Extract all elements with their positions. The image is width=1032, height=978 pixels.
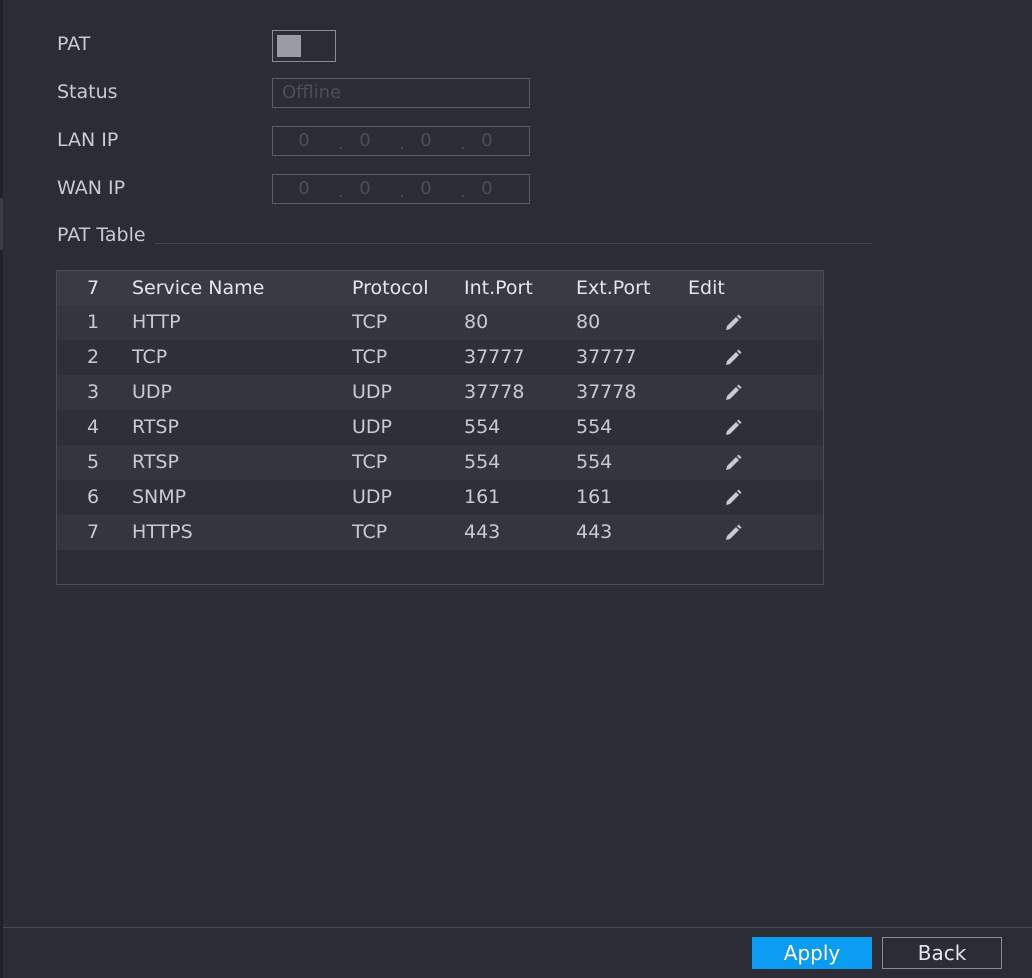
pencil-icon[interactable]	[723, 418, 743, 438]
pencil-icon[interactable]	[723, 348, 743, 368]
row-service-name: UDP	[132, 381, 172, 403]
row-int-port: 37777	[464, 346, 525, 368]
pencil-icon[interactable]	[723, 313, 743, 333]
wan-ip-field[interactable]: 0 . 0 . 0 . 0	[272, 174, 530, 204]
ip-dot: .	[399, 181, 405, 202]
row-int-port: 161	[464, 486, 501, 508]
back-button[interactable]: Back	[882, 937, 1002, 969]
row-ext-port: 554	[576, 451, 613, 473]
pat-label: PAT	[57, 33, 91, 55]
row-service-name: RTSP	[132, 451, 179, 473]
header-int-port: Int.Port	[464, 277, 533, 299]
ip-dot: .	[338, 133, 344, 154]
row-service-name: HTTPS	[132, 521, 193, 543]
row-protocol: TCP	[352, 451, 388, 473]
row-protocol: TCP	[352, 311, 388, 333]
row-service-name: SNMP	[132, 486, 187, 508]
table-row[interactable]: 7 HTTPS TCP 443 443	[57, 515, 823, 550]
section-divider	[155, 243, 872, 244]
row-ext-port: 443	[576, 521, 613, 543]
wan-ip-octet-3[interactable]: 0	[411, 178, 441, 199]
row-service-name: RTSP	[132, 416, 179, 438]
row-number: 1	[86, 311, 100, 333]
header-service-name: Service Name	[132, 277, 265, 299]
pencil-icon[interactable]	[723, 383, 743, 403]
footer-divider	[3, 927, 1032, 928]
header-protocol: Protocol	[352, 277, 429, 299]
left-panel-edge	[0, 0, 3, 978]
wan-ip-octet-4[interactable]: 0	[472, 178, 502, 199]
status-label: Status	[57, 81, 118, 103]
row-number: 4	[86, 416, 100, 438]
pat-table-title: PAT Table	[57, 224, 146, 246]
lan-ip-label: LAN IP	[57, 129, 119, 151]
row-ext-port: 37777	[576, 346, 637, 368]
row-ext-port: 37778	[576, 381, 637, 403]
header-ext-port: Ext.Port	[576, 277, 651, 299]
row-number: 3	[86, 381, 100, 403]
status-value: Offline	[282, 82, 342, 103]
row-int-port: 554	[464, 451, 501, 473]
row-ext-port: 161	[576, 486, 613, 508]
row-ext-port: 554	[576, 416, 613, 438]
table-row[interactable]: 2 TCP TCP 37777 37777	[57, 340, 823, 375]
lan-ip-octet-1[interactable]: 0	[289, 130, 319, 151]
header-count: 7	[86, 277, 100, 299]
row-number: 2	[86, 346, 100, 368]
table-row[interactable]: 5 RTSP TCP 554 554	[57, 445, 823, 480]
ip-dot: .	[460, 133, 466, 154]
row-protocol: TCP	[352, 521, 388, 543]
row-int-port: 80	[464, 311, 489, 333]
table-row[interactable]: 6 SNMP UDP 161 161	[57, 480, 823, 515]
ip-dot: .	[460, 181, 466, 202]
lan-ip-octet-4[interactable]: 0	[472, 130, 502, 151]
row-protocol: UDP	[352, 486, 392, 508]
wan-ip-octet-2[interactable]: 0	[350, 178, 380, 199]
lan-ip-field[interactable]: 0 . 0 . 0 . 0	[272, 126, 530, 156]
row-number: 6	[86, 486, 100, 508]
lan-ip-octet-2[interactable]: 0	[350, 130, 380, 151]
row-service-name: HTTP	[132, 311, 181, 333]
wan-ip-label: WAN IP	[57, 177, 126, 199]
row-int-port: 443	[464, 521, 501, 543]
status-field: Offline	[272, 78, 530, 108]
pat-table: 7 Service Name Protocol Int.Port Ext.Por…	[56, 270, 824, 585]
header-edit: Edit	[688, 277, 725, 299]
lan-ip-octet-3[interactable]: 0	[411, 130, 441, 151]
row-int-port: 554	[464, 416, 501, 438]
row-service-name: TCP	[132, 346, 168, 368]
row-protocol: UDP	[352, 381, 392, 403]
pat-toggle[interactable]	[272, 30, 336, 62]
pat-toggle-knob	[277, 35, 301, 57]
table-row[interactable]: 1 HTTP TCP 80 80	[57, 305, 823, 340]
pencil-icon[interactable]	[723, 488, 743, 508]
left-panel-edge-marker	[0, 198, 3, 250]
pencil-icon[interactable]	[723, 453, 743, 473]
table-header-row: 7 Service Name Protocol Int.Port Ext.Por…	[57, 271, 823, 305]
ip-dot: .	[338, 181, 344, 202]
row-number: 5	[86, 451, 100, 473]
row-number: 7	[86, 521, 100, 543]
table-row[interactable]: 4 RTSP UDP 554 554	[57, 410, 823, 445]
ip-dot: .	[399, 133, 405, 154]
row-protocol: TCP	[352, 346, 388, 368]
wan-ip-octet-1[interactable]: 0	[289, 178, 319, 199]
table-row[interactable]: 3 UDP UDP 37778 37778	[57, 375, 823, 410]
row-int-port: 37778	[464, 381, 525, 403]
row-protocol: UDP	[352, 416, 392, 438]
row-ext-port: 80	[576, 311, 601, 333]
apply-button[interactable]: Apply	[752, 937, 872, 969]
pencil-icon[interactable]	[723, 523, 743, 543]
